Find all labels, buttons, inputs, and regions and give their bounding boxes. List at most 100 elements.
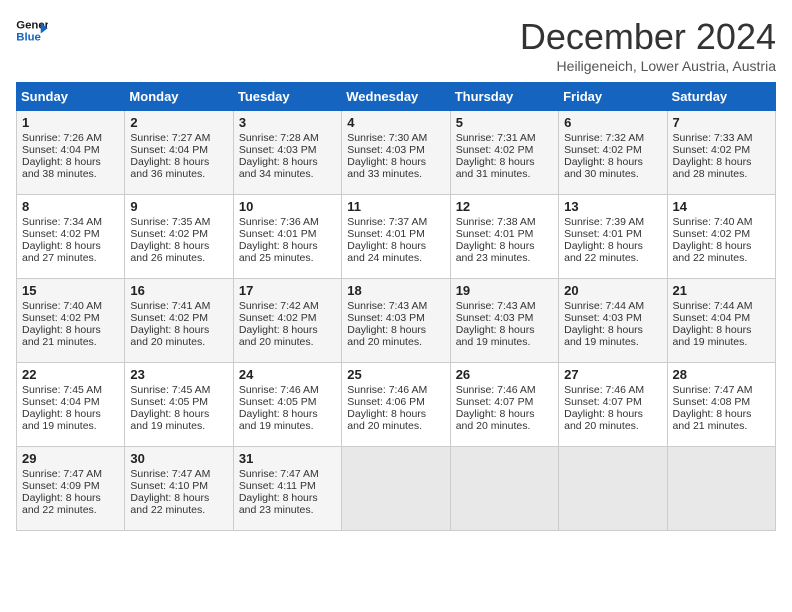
calendar-cell: 9Sunrise: 7:35 AMSunset: 4:02 PMDaylight…	[125, 195, 233, 279]
day-info-line: Sunrise: 7:28 AM	[239, 132, 336, 144]
day-number: 11	[347, 199, 444, 214]
day-info-line: Daylight: 8 hours	[347, 240, 444, 252]
day-info-line: Sunset: 4:05 PM	[239, 396, 336, 408]
day-info-line: Sunset: 4:01 PM	[347, 228, 444, 240]
calendar-cell: 18Sunrise: 7:43 AMSunset: 4:03 PMDayligh…	[342, 279, 450, 363]
day-info-line: Sunset: 4:02 PM	[22, 228, 119, 240]
calendar-cell: 28Sunrise: 7:47 AMSunset: 4:08 PMDayligh…	[667, 363, 775, 447]
header-wednesday: Wednesday	[342, 83, 450, 111]
day-number: 26	[456, 367, 553, 382]
header-monday: Monday	[125, 83, 233, 111]
calendar-cell: 26Sunrise: 7:46 AMSunset: 4:07 PMDayligh…	[450, 363, 558, 447]
day-info-line: and 22 minutes.	[673, 252, 770, 264]
day-info-line: Sunrise: 7:36 AM	[239, 216, 336, 228]
day-info-line: Sunset: 4:02 PM	[130, 228, 227, 240]
day-info-line: Sunrise: 7:31 AM	[456, 132, 553, 144]
day-info-line: Sunrise: 7:47 AM	[673, 384, 770, 396]
calendar-cell: 19Sunrise: 7:43 AMSunset: 4:03 PMDayligh…	[450, 279, 558, 363]
calendar-cell: 12Sunrise: 7:38 AMSunset: 4:01 PMDayligh…	[450, 195, 558, 279]
day-info-line: Daylight: 8 hours	[130, 240, 227, 252]
day-info-line: Daylight: 8 hours	[347, 324, 444, 336]
title-block: December 2024 Heiligeneich, Lower Austri…	[520, 16, 776, 74]
day-info-line: and 19 minutes.	[456, 336, 553, 348]
day-info-line: Daylight: 8 hours	[239, 324, 336, 336]
calendar-cell: 22Sunrise: 7:45 AMSunset: 4:04 PMDayligh…	[17, 363, 125, 447]
day-info-line: Sunset: 4:02 PM	[239, 312, 336, 324]
day-info-line: Sunrise: 7:47 AM	[239, 468, 336, 480]
day-info-line: Sunset: 4:06 PM	[347, 396, 444, 408]
day-info-line: Sunset: 4:04 PM	[22, 144, 119, 156]
day-info-line: Sunrise: 7:38 AM	[456, 216, 553, 228]
day-info-line: Daylight: 8 hours	[239, 492, 336, 504]
day-info-line: and 20 minutes.	[239, 336, 336, 348]
day-info-line: Daylight: 8 hours	[22, 492, 119, 504]
day-info-line: Daylight: 8 hours	[22, 408, 119, 420]
day-info-line: Sunrise: 7:35 AM	[130, 216, 227, 228]
day-info-line: and 33 minutes.	[347, 168, 444, 180]
day-number: 30	[130, 451, 227, 466]
day-info-line: Daylight: 8 hours	[456, 156, 553, 168]
day-info-line: Daylight: 8 hours	[239, 408, 336, 420]
day-info-line: Sunrise: 7:46 AM	[564, 384, 661, 396]
calendar-cell: 24Sunrise: 7:46 AMSunset: 4:05 PMDayligh…	[233, 363, 341, 447]
calendar-cell: 6Sunrise: 7:32 AMSunset: 4:02 PMDaylight…	[559, 111, 667, 195]
day-info-line: Sunset: 4:01 PM	[456, 228, 553, 240]
day-info-line: Sunrise: 7:37 AM	[347, 216, 444, 228]
day-info-line: and 21 minutes.	[22, 336, 119, 348]
page-header: General Blue December 2024 Heiligeneich,…	[16, 16, 776, 74]
day-info-line: Sunset: 4:04 PM	[130, 144, 227, 156]
day-info-line: Daylight: 8 hours	[673, 324, 770, 336]
day-number: 4	[347, 115, 444, 130]
calendar-cell	[342, 447, 450, 531]
day-info-line: and 20 minutes.	[347, 336, 444, 348]
day-info-line: Sunrise: 7:26 AM	[22, 132, 119, 144]
day-info-line: Sunrise: 7:42 AM	[239, 300, 336, 312]
day-number: 13	[564, 199, 661, 214]
day-info-line: Sunset: 4:09 PM	[22, 480, 119, 492]
day-number: 18	[347, 283, 444, 298]
day-info-line: Sunrise: 7:40 AM	[673, 216, 770, 228]
day-number: 21	[673, 283, 770, 298]
day-info-line: and 20 minutes.	[347, 420, 444, 432]
week-row-3: 22Sunrise: 7:45 AMSunset: 4:04 PMDayligh…	[17, 363, 776, 447]
day-info-line: Sunrise: 7:47 AM	[130, 468, 227, 480]
calendar-cell: 29Sunrise: 7:47 AMSunset: 4:09 PMDayligh…	[17, 447, 125, 531]
day-info-line: Sunrise: 7:27 AM	[130, 132, 227, 144]
calendar-cell: 23Sunrise: 7:45 AMSunset: 4:05 PMDayligh…	[125, 363, 233, 447]
day-info-line: Sunset: 4:07 PM	[564, 396, 661, 408]
day-number: 19	[456, 283, 553, 298]
day-info-line: Sunset: 4:02 PM	[673, 228, 770, 240]
day-info-line: and 30 minutes.	[564, 168, 661, 180]
day-info-line: Sunset: 4:04 PM	[22, 396, 119, 408]
calendar-cell: 3Sunrise: 7:28 AMSunset: 4:03 PMDaylight…	[233, 111, 341, 195]
day-number: 7	[673, 115, 770, 130]
calendar-cell: 21Sunrise: 7:44 AMSunset: 4:04 PMDayligh…	[667, 279, 775, 363]
day-info-line: and 19 minutes.	[22, 420, 119, 432]
day-info-line: Sunset: 4:02 PM	[456, 144, 553, 156]
day-number: 14	[673, 199, 770, 214]
day-info-line: Sunset: 4:03 PM	[239, 144, 336, 156]
day-info-line: Daylight: 8 hours	[347, 408, 444, 420]
day-info-line: Daylight: 8 hours	[673, 156, 770, 168]
day-info-line: and 23 minutes.	[456, 252, 553, 264]
header-tuesday: Tuesday	[233, 83, 341, 111]
day-number: 12	[456, 199, 553, 214]
day-info-line: Sunrise: 7:33 AM	[673, 132, 770, 144]
day-info-line: Sunrise: 7:44 AM	[564, 300, 661, 312]
day-number: 25	[347, 367, 444, 382]
calendar-cell: 25Sunrise: 7:46 AMSunset: 4:06 PMDayligh…	[342, 363, 450, 447]
day-info-line: Sunrise: 7:46 AM	[456, 384, 553, 396]
day-info-line: Sunrise: 7:39 AM	[564, 216, 661, 228]
day-number: 22	[22, 367, 119, 382]
day-info-line: and 20 minutes.	[130, 336, 227, 348]
calendar-header-row: SundayMondayTuesdayWednesdayThursdayFrid…	[17, 83, 776, 111]
day-info-line: Sunrise: 7:46 AM	[239, 384, 336, 396]
day-number: 17	[239, 283, 336, 298]
day-info-line: and 19 minutes.	[130, 420, 227, 432]
day-info-line: Daylight: 8 hours	[22, 324, 119, 336]
svg-text:Blue: Blue	[16, 32, 41, 44]
calendar-cell: 17 Sunrise: 7:42 AMSunset: 4:02 PMDayligh…	[233, 279, 341, 363]
calendar-cell: 31Sunrise: 7:47 AMSunset: 4:11 PMDayligh…	[233, 447, 341, 531]
day-number: 15	[22, 283, 119, 298]
month-title: December 2024	[520, 16, 776, 58]
